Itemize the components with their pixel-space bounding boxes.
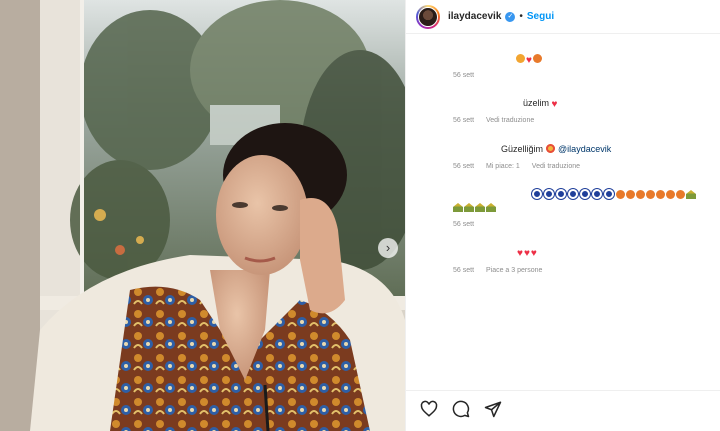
mention-link[interactable]: @ilaydacevik [558, 144, 611, 154]
fire-emoji-icon [532, 54, 542, 63]
comment-emojis: ♥♥♥ [517, 247, 538, 259]
avatar[interactable] [416, 4, 440, 29]
comment-meta: 56 sett [453, 221, 484, 228]
carousel-next-button[interactable]: › [378, 238, 398, 258]
evil-eye-emoji-icon [568, 189, 578, 199]
translate-link[interactable]: Vedi traduzione [532, 163, 580, 170]
comment-body: Güzelliğim [501, 144, 544, 154]
house-emoji-icon [453, 203, 463, 212]
post-photo[interactable]: › [0, 0, 405, 431]
grin-emoji-icon [516, 54, 525, 63]
verified-badge-icon: ✓ [505, 11, 516, 22]
post-header: ilaydacevik ✓ • Segui [406, 0, 720, 34]
divider [406, 390, 720, 391]
comments-panel: ilaydacevik ✓ • Segui ♥ 56 sett üzelim ♥… [405, 0, 720, 431]
pouting-emoji-icon [616, 190, 625, 199]
action-bar [420, 400, 502, 418]
comment-time: 56 sett [453, 117, 475, 124]
evil-eye-emoji-icon [604, 189, 614, 199]
star-struck-emoji-icon [545, 144, 555, 153]
separator-dot: • [519, 11, 523, 22]
house-emoji-icon [464, 203, 474, 212]
comment-body: üzelim [523, 98, 550, 108]
comment-meta: 56 sett Mi piace: 1 Vedi traduzione [453, 163, 590, 170]
likes-count[interactable]: Mi piace: 1 [486, 163, 520, 170]
heart-emoji-icon: ♥ [517, 248, 523, 259]
comment-meta: 56 sett [453, 72, 484, 79]
pouting-emoji-icon [666, 190, 675, 199]
evil-eye-emoji-icon [580, 189, 590, 199]
comment-emojis-row-1 [532, 189, 697, 200]
heart-emoji-icon: ♥ [551, 99, 558, 110]
comment-time: 56 sett [453, 163, 475, 170]
follow-button[interactable]: Segui [527, 11, 554, 22]
comment-time: 56 sett [453, 267, 475, 274]
translate-link[interactable]: Vedi traduzione [486, 117, 534, 124]
comment-meta: 56 sett Piace a 3 persone [453, 267, 552, 274]
pouting-emoji-icon [636, 190, 645, 199]
comment-time: 56 sett [453, 72, 475, 79]
house-emoji-icon [486, 203, 496, 212]
pouting-emoji-icon [626, 190, 635, 199]
comment-emojis: ♥ [516, 54, 543, 66]
post-image [0, 0, 405, 431]
comment-emojis-row-2 [453, 203, 497, 213]
pouting-emoji-icon [656, 190, 665, 199]
evil-eye-emoji-icon [556, 189, 566, 199]
heart-emoji-icon: ♥ [530, 248, 537, 259]
house-emoji-icon [686, 190, 696, 199]
likes-count[interactable]: Piace a 3 persone [486, 267, 542, 274]
comment-icon[interactable] [452, 400, 470, 418]
heart-emoji-icon: ♥ [523, 248, 530, 259]
comment-text: üzelim ♥ [523, 98, 558, 110]
instagram-post: › ilaydacevik ✓ • Segui ♥ 56 sett üzelim… [0, 0, 720, 431]
house-emoji-icon [475, 203, 485, 212]
evil-eye-emoji-icon [544, 189, 554, 199]
heart-emoji-icon: ♥ [526, 55, 532, 66]
evil-eye-emoji-icon [532, 189, 542, 199]
comment-text: Güzelliğim @ilaydacevik [501, 144, 611, 154]
comment-meta: 56 sett Vedi traduzione [453, 117, 544, 124]
username[interactable]: ilaydacevik [448, 11, 501, 22]
heart-icon[interactable] [420, 400, 438, 418]
pouting-emoji-icon [646, 190, 655, 199]
comment-time: 56 sett [453, 221, 475, 228]
evil-eye-emoji-icon [592, 189, 602, 199]
pouting-emoji-icon [676, 190, 685, 199]
share-icon[interactable] [484, 400, 502, 418]
